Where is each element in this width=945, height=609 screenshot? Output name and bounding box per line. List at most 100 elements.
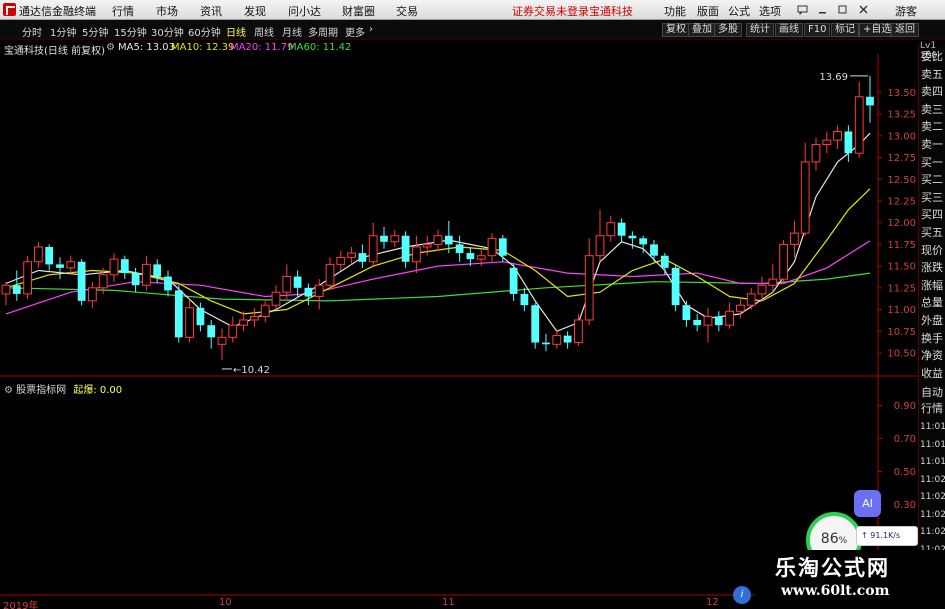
statistics-button[interactable]: 统计 (746, 23, 774, 37)
candle (542, 333, 550, 352)
tab-monthly[interactable]: 月线 (282, 24, 302, 39)
menu-item-wealth[interactable]: 财富圈 (342, 3, 375, 19)
side-panel-label: 卖五 (921, 67, 943, 81)
menu-item-exchange[interactable]: 市场 (156, 3, 178, 19)
candle-body-down (509, 267, 518, 294)
indicator-gear-icon[interactable]: ⚙ (4, 385, 13, 396)
chat-icon[interactable] (797, 4, 808, 15)
side-panel-label: 卖一 (921, 138, 943, 151)
candle-body-down (174, 290, 183, 338)
candle-body-down (563, 335, 572, 343)
close-icon[interactable] (858, 4, 869, 15)
tab-5min[interactable]: 5分钟 (82, 24, 108, 39)
login-warning[interactable]: 证券交易未登录 (512, 3, 589, 19)
candle (336, 250, 346, 271)
mark-button[interactable]: 标记 (831, 23, 859, 37)
ai-assistant-button[interactable]: AI (854, 490, 881, 517)
candle (650, 240, 658, 262)
restore-rights-button[interactable]: 复权 (662, 23, 690, 37)
candle (433, 229, 443, 251)
settings-gear-icon[interactable]: ⚙ (106, 42, 115, 53)
overlay-button[interactable]: 叠加 (688, 23, 716, 37)
candle-body-up (725, 310, 734, 326)
tab-multi-period[interactable]: 多周期 (308, 24, 338, 39)
candle (12, 270, 21, 301)
candle-body-down (293, 276, 302, 288)
candle-body-down (131, 273, 140, 286)
candle-body-up (854, 96, 864, 154)
candle-body-down (401, 235, 410, 262)
candle-body-down (660, 255, 669, 268)
candle-body-down (617, 222, 626, 236)
menu-item-trade[interactable]: 交易 (396, 3, 418, 19)
candle-body-up (185, 307, 194, 338)
speed-unit: % (838, 536, 848, 546)
candle-body-up (746, 293, 756, 306)
price-tick-label: 12.25 (887, 196, 916, 207)
candle-body-up (271, 291, 281, 306)
candle-body-up (260, 304, 270, 317)
price-tick-label: 10.50 (887, 348, 916, 359)
candle (207, 319, 216, 349)
add-watchlist-button[interactable]: +自选 (859, 23, 896, 37)
price-tick-label: 12.00 (887, 218, 916, 229)
tab-weekly[interactable]: 周线 (254, 24, 274, 39)
side-panel-label: 涨跌 (921, 261, 943, 275)
guest-user[interactable]: 游客 (895, 3, 917, 19)
back-button[interactable]: 返回 (891, 23, 919, 37)
candle-body-up (142, 263, 151, 286)
candle (401, 231, 410, 268)
ma60-value: MA60: 11.42 (288, 42, 352, 53)
f10-button[interactable]: F10 (804, 23, 831, 37)
candle-body-down (714, 316, 723, 326)
candle (282, 264, 292, 300)
candle-body-down (520, 293, 529, 306)
maximize-icon[interactable] (837, 4, 848, 15)
candle (779, 240, 788, 284)
side-panel-label: 卖三 (921, 102, 943, 116)
menu-item-function[interactable]: 功能 (664, 3, 686, 19)
candle-body-down (77, 261, 86, 301)
tab-15min[interactable]: 15分钟 (114, 24, 147, 39)
tab-more[interactable]: 更多 (345, 24, 365, 39)
menu-item-options[interactable]: 选项 (759, 3, 781, 19)
tab-30min[interactable]: 30分钟 (151, 24, 184, 39)
tab-60min[interactable]: 60分钟 (188, 24, 221, 39)
candle (347, 247, 356, 265)
menu-item-discover[interactable]: 发现 (244, 3, 266, 19)
price-tick-label: 13.50 (887, 88, 916, 99)
date-label-oct: 10 (219, 597, 232, 608)
more-arrow-icon[interactable]: › (369, 24, 373, 35)
app-title: 通达信金融终端 (19, 5, 96, 18)
side-panel-time: 11:01 (920, 439, 945, 450)
date-label-year: 2019年 (3, 601, 39, 609)
candle (422, 235, 432, 256)
candle (617, 218, 626, 242)
net-speed: 91.1K/s (870, 531, 901, 540)
candle-body-up (433, 235, 443, 245)
ma10-line (5, 188, 871, 315)
candle-body-up (757, 284, 767, 295)
tab-1min[interactable]: 1分钟 (50, 24, 76, 39)
draw-line-button[interactable]: 画线 (775, 23, 803, 37)
price-annotations: 13.69 ←10.42 (222, 72, 868, 376)
candle-body-up (228, 324, 238, 338)
minimize-icon[interactable] (817, 4, 828, 15)
side-panel-label: 行情 (921, 402, 943, 415)
app-logo-icon (3, 3, 16, 16)
menu-item-market[interactable]: 行情 (112, 3, 134, 19)
menu-item-formula[interactable]: 公式 (728, 3, 750, 19)
tab-timeshare[interactable]: 分时 (22, 24, 42, 39)
candle-body-up (282, 276, 292, 293)
menu-item-ask[interactable]: 问小达 (288, 3, 321, 19)
candle-body-down (866, 96, 874, 106)
candle (811, 137, 821, 171)
candle (574, 313, 583, 347)
indicator-name[interactable]: 股票指标网 (16, 385, 66, 396)
indicator-tick-label: 0.70 (894, 434, 916, 445)
menu-item-news[interactable]: 资讯 (200, 3, 222, 19)
multi-stock-button[interactable]: 多股 (714, 23, 742, 37)
kline-chart[interactable]: 13.50 13.25 13.00 12.75 12.50 12.25 12.00 11.75… (0, 54, 918, 596)
tab-daily[interactable]: 日线 (226, 24, 246, 39)
menu-item-layout[interactable]: 版面 (697, 3, 719, 19)
